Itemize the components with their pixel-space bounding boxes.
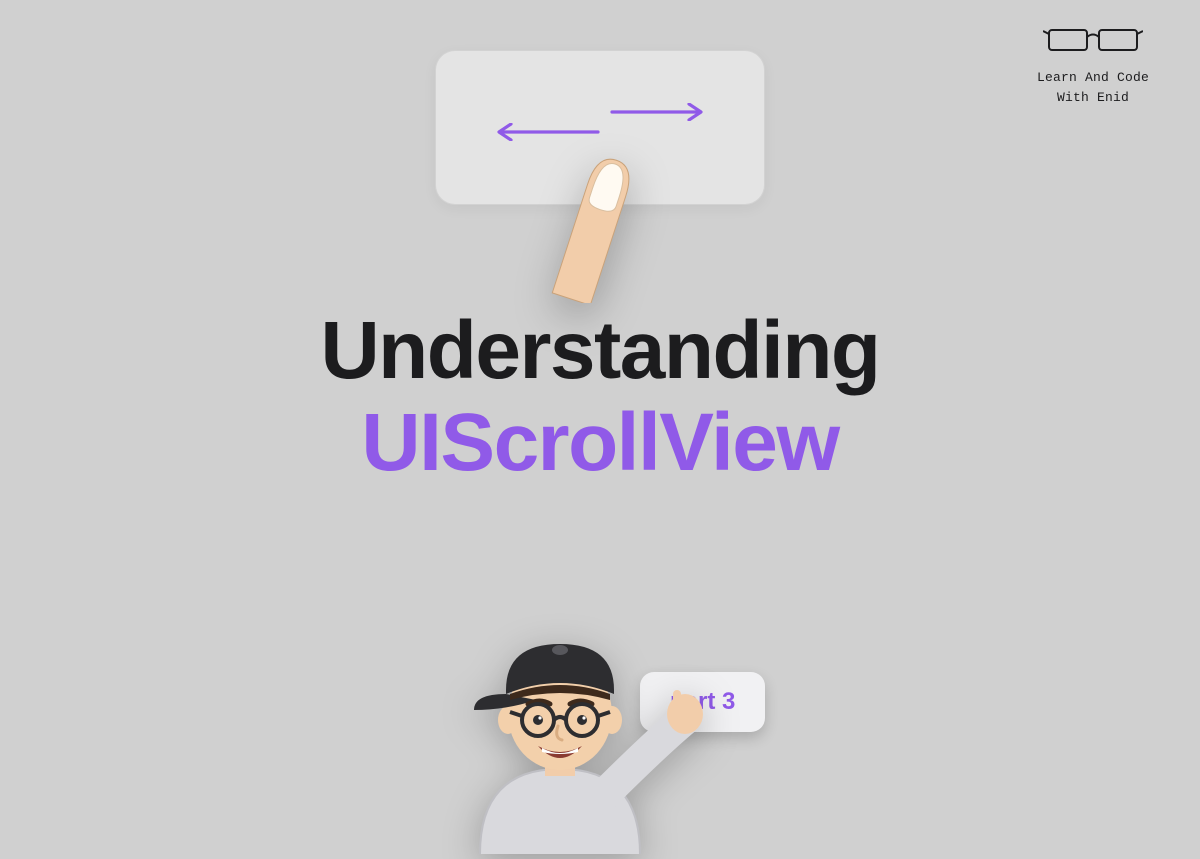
headline-line-2: UIScrollView xyxy=(0,397,1200,489)
page-title: Understanding UIScrollView xyxy=(0,305,1200,489)
memoji-avatar xyxy=(450,594,710,854)
headline-line-1: Understanding xyxy=(0,305,1200,397)
glasses-icon xyxy=(1018,22,1168,58)
swipe-gesture-card xyxy=(435,50,765,205)
brand-line-2: With Enid xyxy=(1018,88,1168,108)
brand-block: Learn And Code With Enid xyxy=(1018,22,1168,108)
arrow-right-icon xyxy=(610,103,705,121)
brand-line-1: Learn And Code xyxy=(1018,68,1168,88)
finger-swipe-icon xyxy=(546,143,646,303)
arrow-left-icon xyxy=(495,123,600,141)
